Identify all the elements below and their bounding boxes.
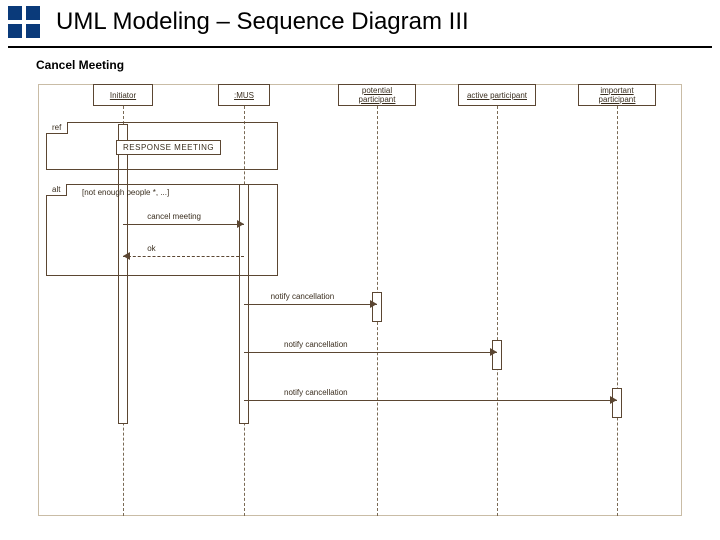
lifeline-head-initiator: Initiator: [93, 84, 153, 106]
message-notify2: [244, 352, 497, 353]
message-label-notify1: notify cancellation: [271, 292, 335, 301]
lifeline-important: [617, 106, 618, 516]
message-label-notify3: notify cancellation: [284, 388, 348, 397]
fragment-alt-guard: [not enough people *, ...]: [82, 188, 169, 197]
message-label-ok: ok: [147, 244, 155, 253]
page-subtitle: Cancel Meeting: [36, 58, 720, 72]
lifeline-active: [497, 106, 498, 516]
message-arrow-ok: [123, 252, 130, 260]
lifeline-head-active: active participant: [458, 84, 536, 106]
slide-title-bar: UML Modeling – Sequence Diagram III: [8, 6, 712, 48]
message-ok: [123, 256, 244, 257]
message-arrow-notify1: [370, 300, 377, 308]
fragment-alt-label: alt: [46, 184, 67, 196]
fragment-ref-title: RESPONSE MEETING: [116, 140, 221, 155]
message-notify1: [244, 304, 377, 305]
lifeline-head-mus: :MUS: [218, 84, 270, 106]
fragment-alt: [46, 184, 278, 276]
sequence-diagram: Initiator :MUS potential participant active…: [38, 84, 682, 524]
message-label-notify2: notify cancellation: [284, 340, 348, 349]
message-cancel_meeting: [123, 224, 244, 225]
message-label-cancel_meeting: cancel meeting: [147, 212, 201, 221]
message-notify3: [244, 400, 617, 401]
fragment-ref-label: ref: [46, 122, 68, 134]
message-arrow-notify2: [490, 348, 497, 356]
lifeline-head-important: important participant: [578, 84, 656, 106]
lifeline-head-potential: potential participant: [338, 84, 416, 106]
message-arrow-cancel_meeting: [237, 220, 244, 228]
title-bullet-icon: [8, 6, 40, 38]
page-title: UML Modeling – Sequence Diagram III: [56, 8, 469, 36]
message-arrow-notify3: [610, 396, 617, 404]
